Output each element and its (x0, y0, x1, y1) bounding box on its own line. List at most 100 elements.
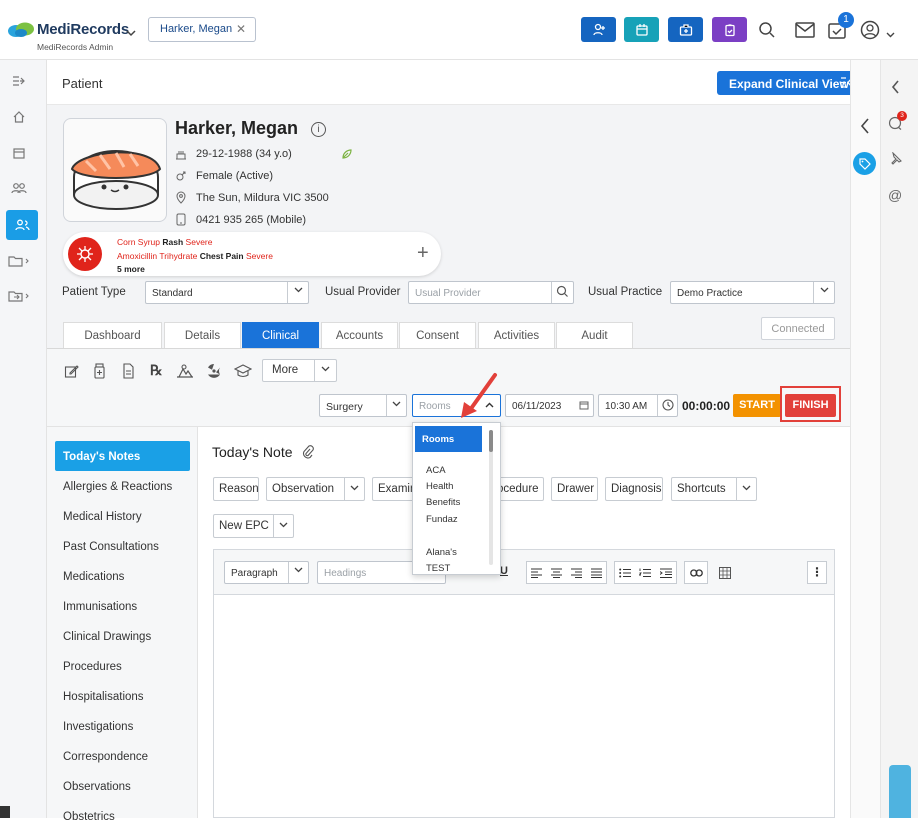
rooms-option[interactable]: ACA (426, 465, 446, 476)
at-mention-icon[interactable]: @ (888, 187, 902, 203)
edit-note-icon[interactable] (64, 364, 79, 382)
rooms-option[interactable]: Fundaz (426, 514, 458, 525)
tag-icon[interactable] (853, 152, 876, 175)
encounter-date-input[interactable]: 06/11/2023 (505, 394, 594, 417)
nav-past-consultations[interactable]: Past Consultations (55, 531, 190, 561)
encounter-time-value: 10:30 AM (605, 401, 648, 412)
folder-export-icon[interactable] (0, 281, 38, 311)
nav-investigations[interactable]: Investigations (55, 711, 190, 741)
expand-clinical-view-button[interactable]: Expand Clinical View (717, 71, 865, 95)
nav-hospitalisations[interactable]: Hospitalisations (55, 681, 190, 711)
rooms-option[interactable]: Alana's (426, 547, 457, 558)
add-patient-button[interactable] (581, 17, 616, 42)
user-avatar-icon[interactable] (860, 20, 880, 43)
more-options-button[interactable]: ⋮ (807, 561, 827, 584)
app-name[interactable]: MediRecords (37, 21, 129, 38)
prescription-bottle-icon[interactable] (93, 363, 106, 382)
app-switcher-chevron-icon[interactable] (126, 26, 136, 40)
users-group-icon[interactable] (0, 173, 38, 203)
calendar-icon[interactable] (579, 400, 589, 413)
underline-button[interactable]: U (500, 565, 508, 577)
education-cap-icon[interactable] (233, 364, 253, 381)
chip-diagnosis[interactable]: Diagnosis (605, 477, 663, 501)
tab-accounts[interactable]: Accounts (321, 322, 398, 349)
table-button[interactable] (714, 561, 736, 584)
nav-allergies-reactions[interactable]: Allergies & Reactions (55, 471, 190, 501)
home-icon[interactable] (0, 102, 38, 132)
usual-practice-select[interactable]: Demo Practice (670, 281, 835, 304)
link-button[interactable] (684, 561, 708, 584)
align-left-icon[interactable] (531, 568, 543, 578)
rooms-scrollbar[interactable] (489, 430, 493, 565)
right-collapse-chevron-icon[interactable] (891, 80, 900, 97)
more-dropdown[interactable]: More (262, 359, 337, 382)
user-menu-chevron-icon[interactable] (886, 27, 895, 41)
rx-icon[interactable]: ℞ (150, 363, 163, 379)
medirecords-logo-icon[interactable] (7, 22, 35, 38)
nav-medical-history[interactable]: Medical History (55, 501, 190, 531)
finish-button[interactable]: FINISH (785, 394, 836, 417)
rooms-scrollbar-thumb[interactable] (489, 430, 493, 452)
info-icon[interactable]: i (311, 122, 326, 137)
paragraph-select[interactable]: Paragraph (224, 561, 309, 584)
indent-icon[interactable] (659, 568, 672, 578)
medical-kit-button[interactable] (668, 17, 703, 42)
tab-dashboard[interactable]: Dashboard (63, 322, 162, 349)
clock-icon[interactable] (657, 395, 677, 416)
tab-activities[interactable]: Activities (478, 322, 555, 349)
align-right-icon[interactable] (570, 568, 582, 578)
collapse-sidebar-icon[interactable] (0, 66, 38, 96)
mail-icon[interactable] (795, 22, 815, 41)
chip-reason[interactable]: Reason (213, 477, 259, 501)
document-icon[interactable] (122, 363, 135, 382)
tab-details[interactable]: Details (164, 322, 241, 349)
bullet-list-icon[interactable] (619, 568, 632, 578)
start-button[interactable]: START (733, 394, 781, 417)
encounter-type-select[interactable]: Surgery (319, 394, 407, 417)
search-icon[interactable] (551, 282, 573, 303)
chip-observation[interactable]: Observation (266, 477, 365, 501)
nav-procedures[interactable]: Procedures (55, 651, 190, 681)
nav-observations[interactable]: Observations (55, 771, 190, 801)
align-justify-icon[interactable] (590, 568, 602, 578)
collapse-panel-chevron-icon[interactable] (860, 118, 870, 137)
chip-drawer[interactable]: Drawer (551, 477, 598, 501)
encounter-time-input[interactable]: 10:30 AM (598, 394, 678, 417)
patients-nav-active[interactable] (6, 210, 38, 240)
clipboard-button[interactable] (712, 17, 747, 42)
pathology-icon[interactable] (176, 364, 194, 381)
nav-correspondence[interactable]: Correspondence (55, 741, 190, 771)
close-icon[interactable]: ✕ (236, 22, 246, 36)
rooms-option-selected[interactable]: Rooms (415, 426, 482, 452)
chip-shortcuts[interactable]: Shortcuts (671, 477, 757, 501)
tab-consent[interactable]: Consent (399, 322, 476, 349)
align-center-icon[interactable] (551, 568, 563, 578)
nav-immunisations[interactable]: Immunisations (55, 591, 190, 621)
numbered-list-icon[interactable] (639, 568, 652, 578)
pin-icon[interactable] (888, 151, 902, 169)
nav-obstetrics[interactable]: Obstetrics (55, 801, 190, 831)
rooms-option[interactable]: Benefits (426, 497, 460, 508)
rooms-option[interactable]: TEST (426, 563, 450, 574)
open-patient-tab[interactable]: Harker, Megan ✕ (148, 17, 256, 42)
allergies-more-link[interactable]: 5 more (117, 264, 145, 274)
rooms-option[interactable]: Health (426, 481, 453, 492)
allergies-card[interactable]: Corn Syrup Rash Severe Amoxicillin Trihy… (63, 232, 441, 276)
nav-medications[interactable]: Medications (55, 561, 190, 591)
search-icon[interactable] (758, 21, 776, 42)
calendar-button[interactable] (624, 17, 659, 42)
help-tab[interactable] (889, 765, 911, 818)
radiation-icon[interactable] (206, 363, 222, 382)
tab-clinical[interactable]: Clinical (242, 322, 319, 349)
paperclip-icon[interactable] (302, 445, 314, 462)
folder-icon[interactable] (0, 246, 38, 276)
add-allergy-plus-icon[interactable]: + (417, 243, 429, 263)
nav-todays-notes[interactable]: Today's Notes (55, 441, 190, 471)
tab-audit[interactable]: Audit (556, 322, 633, 349)
chip-new-epc[interactable]: New EPC (213, 514, 294, 538)
patient-photo[interactable] (63, 118, 167, 222)
usual-provider-input[interactable]: Usual Provider (408, 281, 574, 304)
patient-type-select[interactable]: Standard (145, 281, 309, 304)
nav-clinical-drawings[interactable]: Clinical Drawings (55, 621, 190, 651)
calendar-nav-icon[interactable] (0, 138, 38, 168)
